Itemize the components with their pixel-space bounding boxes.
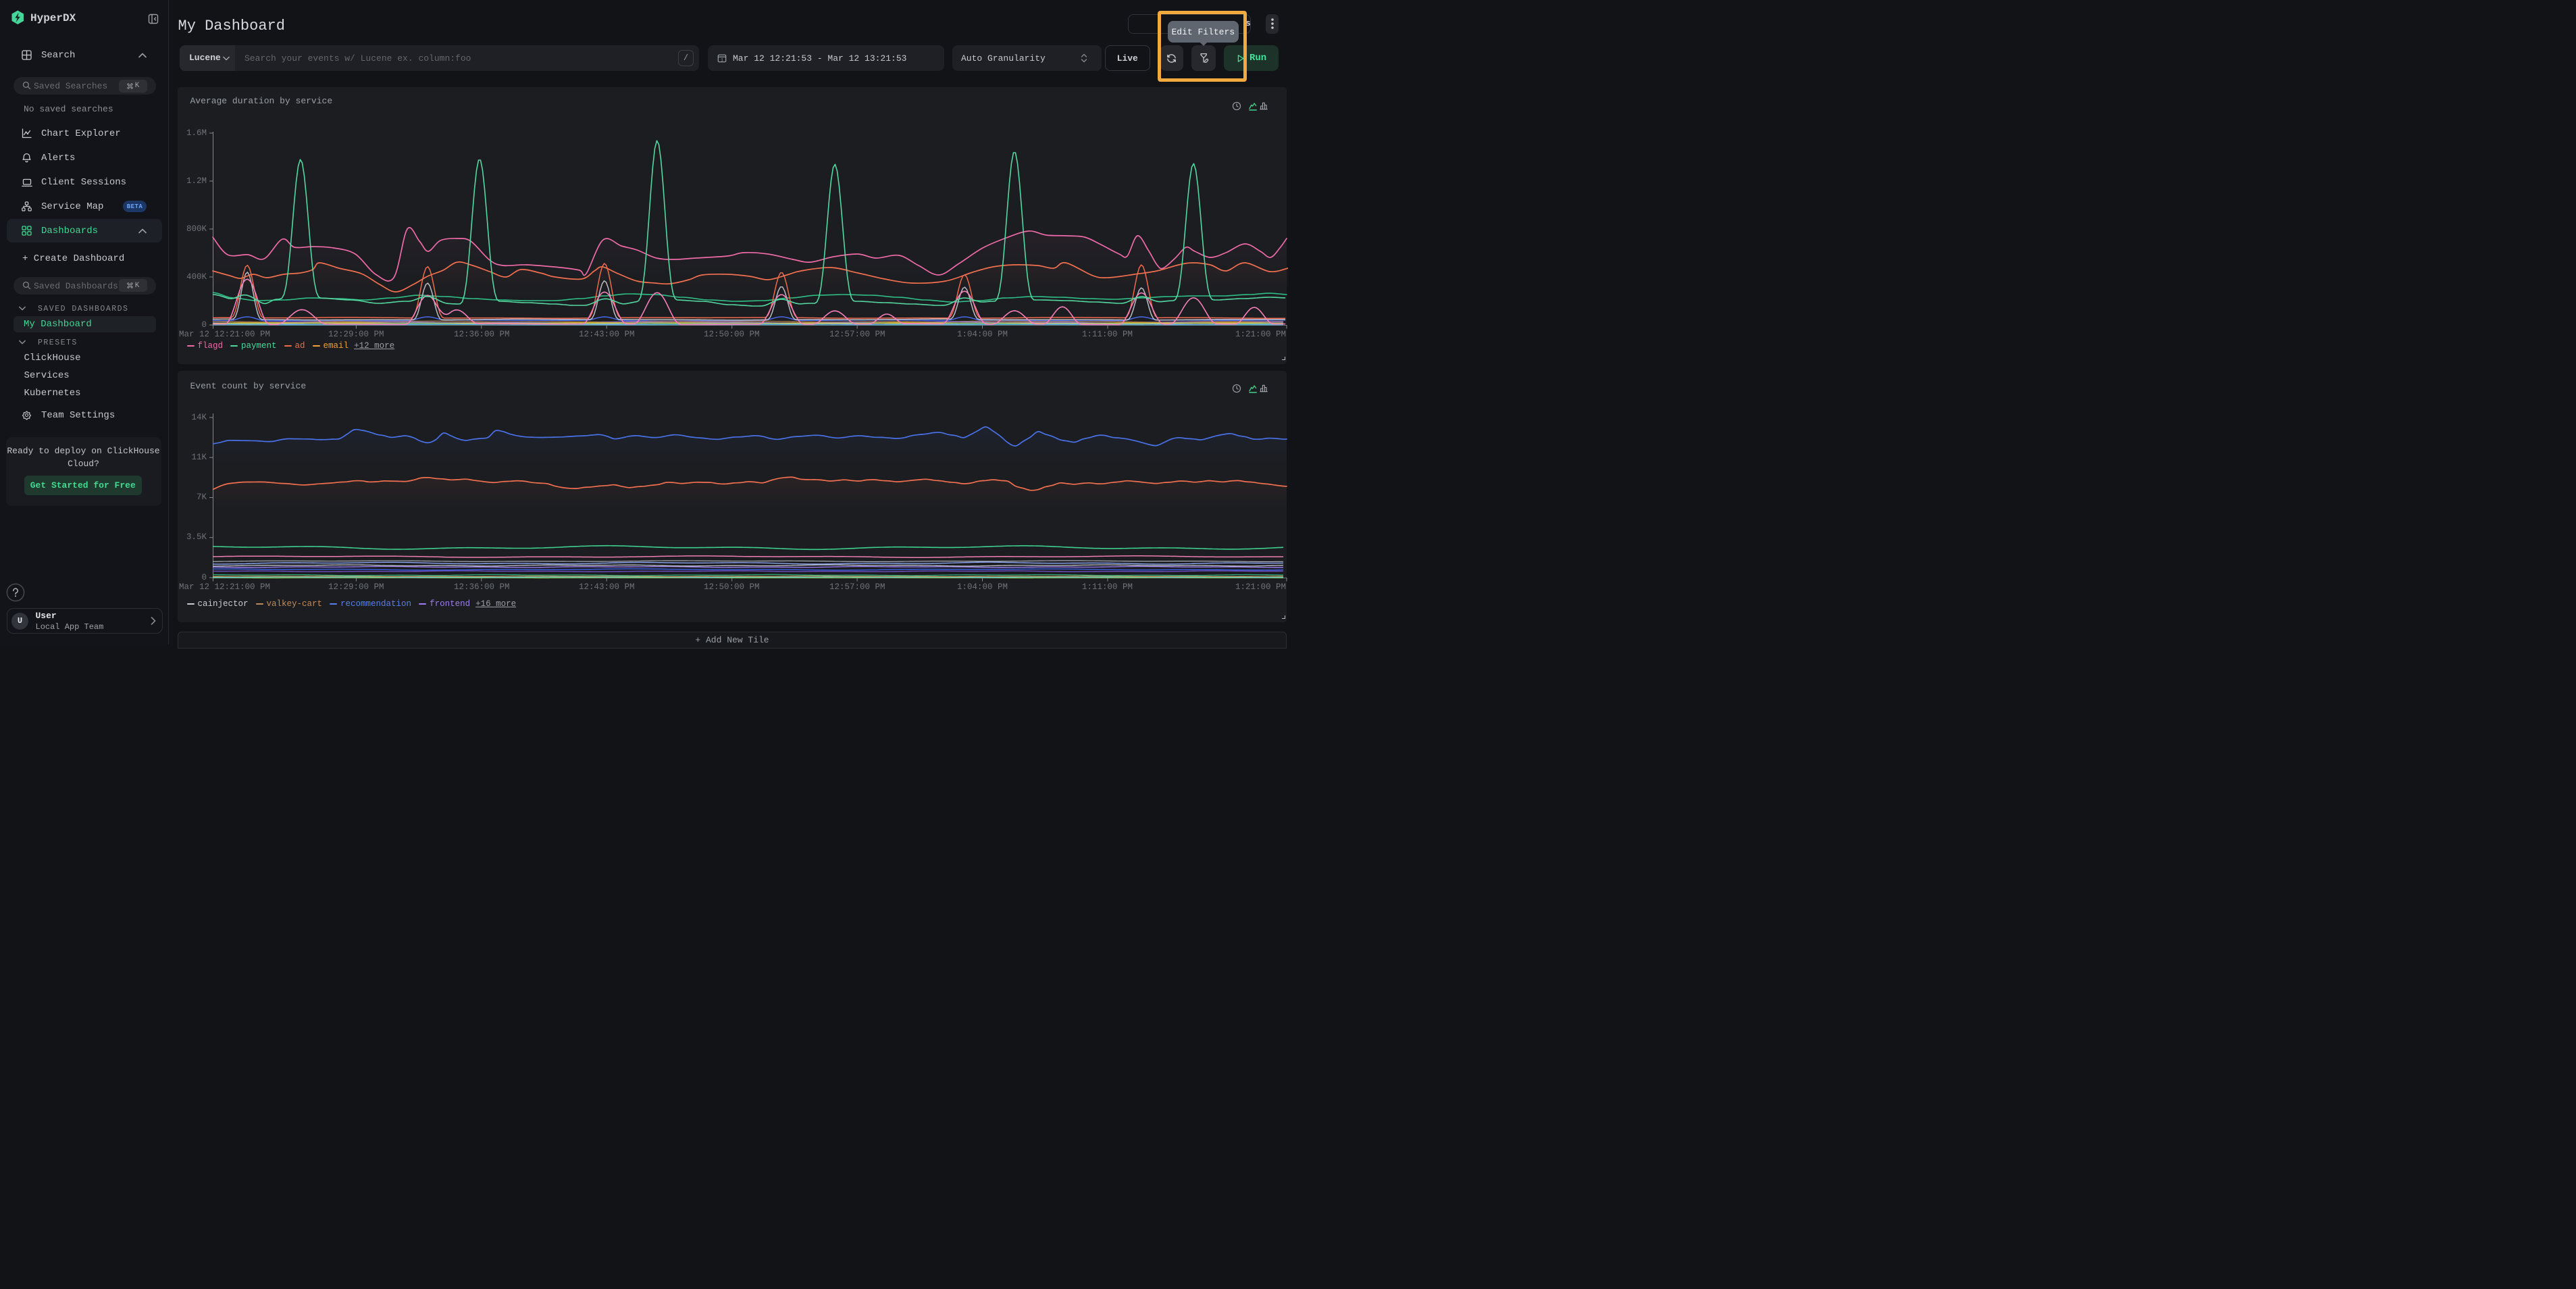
svg-text:1: 1	[721, 57, 723, 62]
